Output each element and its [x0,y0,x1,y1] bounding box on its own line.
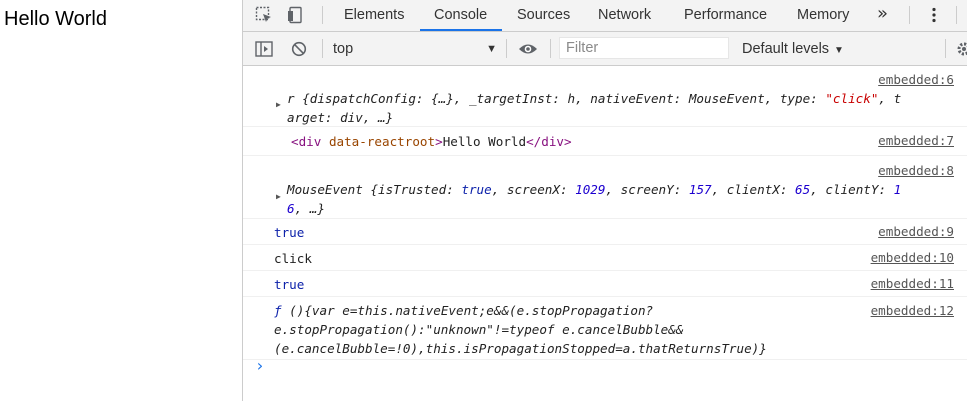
tab-sources[interactable]: Sources [517,0,570,31]
dropdown-arrow-icon: ▼ [834,45,844,56]
source-link[interactable]: embedded:8 [878,163,954,178]
dropdown-arrow-icon: ▼ [486,43,497,55]
log-levels-label: Default levels [742,41,830,57]
toolbar-divider [322,39,323,58]
tab-memory[interactable]: Memory [797,0,849,31]
message-text: <div data-reactroot>Hello World</div> [291,134,572,149]
message-text: click [274,251,312,266]
expand-triangle-icon[interactable]: ▶ [276,192,281,201]
console-toolbar: top ▼ Default levels ▼ [243,32,967,66]
sidebar-toggle-icon[interactable] [254,39,274,59]
source-link[interactable]: embedded:11 [871,276,954,291]
inspected-page: Hello World [0,0,242,401]
message-text: MouseEvent {isTrusted: true, screenX: 10… [287,182,902,216]
filter-input[interactable] [559,37,729,59]
message-text: true [274,225,305,240]
context-selector[interactable]: top ▼ [333,39,497,59]
message-text: ƒ (){var e=this.nativeEvent;e&&(e.stopPr… [274,303,767,356]
source-link[interactable]: embedded:10 [871,250,954,265]
expand-triangle-icon[interactable]: ▶ [276,100,281,109]
tab-network[interactable]: Network [598,0,651,31]
tabbar-divider [909,6,910,24]
console-message: embedded:10 click [243,245,967,271]
tab-console[interactable]: Console [434,0,487,31]
log-levels-dropdown[interactable]: Default levels ▼ [742,39,844,59]
console-prompt[interactable]: › [255,356,265,375]
kebab-menu-icon[interactable] [924,5,944,25]
source-link[interactable]: embedded:7 [878,133,954,148]
source-link[interactable]: embedded:12 [871,303,954,318]
console-message: embedded:9 true [243,219,967,245]
tab-performance[interactable]: Performance [684,0,767,31]
devtools-tabbar: Elements Console Sources Network Perform… [243,0,967,32]
live-expression-eye-icon[interactable] [518,39,538,59]
source-link[interactable]: embedded:6 [878,72,954,87]
console-message: embedded:12 ƒ (){var e=this.nativeEvent;… [243,297,967,360]
context-selector-value: top [333,41,354,57]
inspect-element-icon[interactable] [254,5,274,25]
tab-elements[interactable]: Elements [344,0,404,31]
console-message: embedded:7 <div data-reactroot>Hello Wor… [243,127,967,156]
message-text: true [274,277,305,292]
toolbar-divider [550,39,551,58]
clear-console-icon[interactable] [289,39,309,59]
active-tab-indicator [420,29,502,31]
console-message: embedded:6 ▶ r {dispatchConfig: {…}, _ta… [243,66,967,127]
hello-world-text: Hello World [4,8,107,30]
settings-gear-icon[interactable] [954,39,967,59]
toolbar-divider [945,39,946,58]
more-tabs-icon[interactable]: » [877,3,888,24]
tabbar-divider [956,6,957,24]
source-link[interactable]: embedded:9 [878,224,954,239]
console-log: embedded:6 ▶ r {dispatchConfig: {…}, _ta… [243,66,967,360]
console-message: embedded:8 ▶ MouseEvent {isTrusted: true… [243,156,967,219]
toolbar-divider [506,39,507,58]
device-toolbar-icon[interactable] [286,5,306,25]
tabbar-divider [322,6,323,24]
console-message: embedded:11 true [243,271,967,297]
devtools-panel: Elements Console Sources Network Perform… [242,0,967,401]
message-text: r {dispatchConfig: {…}, _targetInst: h, … [287,91,902,125]
